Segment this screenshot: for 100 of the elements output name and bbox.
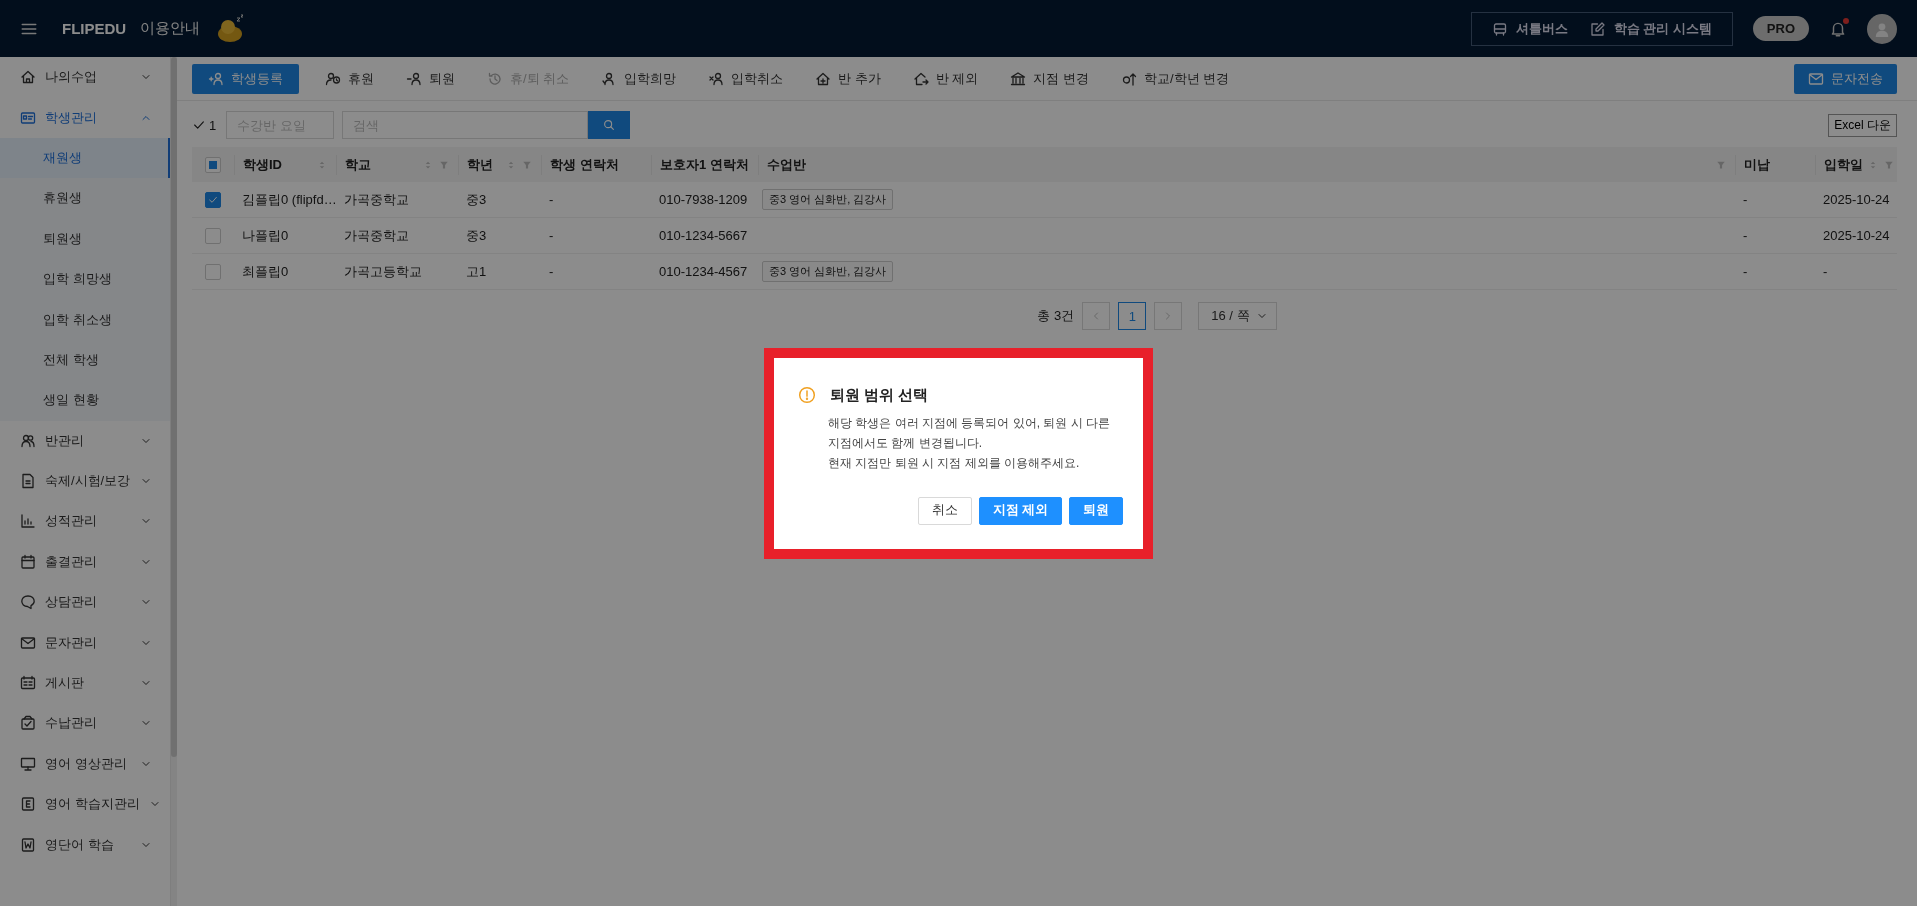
sidebar-subitem[interactable]: 입학 취소생 — [0, 299, 170, 340]
sidebar-item[interactable]: 상담관리 — [0, 582, 170, 623]
letter-e-icon — [20, 796, 36, 813]
column-header: 수업반 — [767, 155, 807, 174]
dialog-message: 지점에서도 함께 변경됩니다. — [828, 434, 983, 452]
sidebar-item[interactable]: 문자관리 — [0, 622, 170, 663]
brand-logo[interactable]: FLIPEDU — [62, 20, 127, 37]
sidebar-item[interactable]: 영어 영상관리 — [0, 743, 170, 785]
remove-user-icon — [406, 70, 422, 87]
table-cell-text: 010-1234-4567 — [658, 264, 749, 279]
search-button[interactable] — [588, 111, 631, 139]
envelope-icon — [1808, 70, 1824, 87]
toolbar-button[interactable]: 입학취소 — [694, 63, 798, 94]
sidebar-item[interactable]: 숙제/시험/보강 — [0, 460, 170, 502]
column-header: 입학일 — [1824, 155, 1863, 174]
monitor-icon — [20, 755, 36, 772]
dialog-button[interactable]: 취소 — [917, 496, 972, 525]
table-cell-text: - — [1742, 192, 1749, 207]
sidebar-item[interactable]: 학생관리 — [0, 97, 170, 138]
user-cancel-icon — [708, 70, 725, 87]
table-cell-text: 2025-10-24 — [1822, 228, 1891, 243]
sidebar-item[interactable]: 영어 학습지관리 — [0, 784, 170, 825]
toolbar-button[interactable]: 퇴원 — [392, 63, 469, 94]
class-tag: 중3 영어 심화반, 김강사 — [762, 189, 894, 210]
dialog-message: 해당 학생은 여러 지점에 등록되어 있어, 퇴원 시 다른 — [828, 414, 1111, 432]
dialog-title: 퇴원 범위 선택 — [830, 385, 929, 405]
sidebar-subitem[interactable]: 전체 학생 — [0, 339, 170, 381]
table-cell-text: - — [1742, 228, 1749, 243]
house-exit-icon — [912, 70, 929, 87]
calendar-icon — [20, 553, 36, 570]
guide-link[interactable]: 이용안내 — [140, 19, 201, 38]
sidebar-item[interactable]: 게시판 — [0, 662, 170, 704]
plan-badge[interactable]: PRO — [1752, 16, 1809, 41]
toolbar-button[interactable]: 지점 변경 — [996, 63, 1104, 94]
class-tag: 중3 영어 심화반, 김강사 — [762, 261, 894, 282]
sidebar-subitem[interactable]: 생일 현황 — [0, 380, 170, 421]
table-cell-text: - — [1822, 264, 1829, 279]
toolbar-button[interactable]: 휴원 — [311, 63, 388, 94]
header-link[interactable]: 학습 관리 시스템 — [1583, 19, 1718, 38]
notification-button[interactable] — [1829, 19, 1847, 38]
people-icon — [20, 432, 36, 449]
toolbar-button[interactable]: 학생등록 — [192, 63, 299, 94]
scrollbar[interactable] — [171, 57, 177, 906]
send-message-button[interactable]: 문자전송 — [1794, 63, 1897, 94]
board-icon — [20, 675, 36, 692]
house-plus-icon — [815, 70, 832, 87]
toolbar-button[interactable]: 반 제외 — [898, 63, 993, 94]
table-cell-text: 2025-10-24 — [1822, 192, 1891, 207]
sidebar-subitem[interactable]: 입학 희망생 — [0, 258, 170, 300]
sidebar-item[interactable]: 반관리 — [0, 420, 170, 461]
checkbox[interactable] — [205, 227, 221, 244]
table-cell-text: 김플립0 (flipfd… — [241, 190, 336, 209]
envelope-icon — [20, 634, 36, 651]
user-clock-icon — [325, 70, 341, 87]
check-icon — [192, 118, 206, 132]
sidebar-item[interactable]: 수납관리 — [0, 703, 170, 744]
page-button[interactable]: 1 — [1118, 302, 1147, 330]
warning-icon — [798, 386, 816, 404]
sidebar-subitem[interactable]: 재원생 — [0, 137, 170, 179]
sidebar-item[interactable]: 영단어 학습 — [0, 824, 170, 865]
header-link[interactable]: 셔틀버스 — [1485, 19, 1574, 38]
table-cell-text: 가곡고등학교 — [343, 262, 423, 281]
sidebar-subitem[interactable]: 휴원생 — [0, 178, 170, 219]
chat-bubble-icon — [20, 594, 36, 611]
excel-download-button[interactable]: Excel 다운 — [1828, 113, 1897, 137]
document-icon — [20, 473, 36, 490]
table-cell-text: 최플립0 — [241, 262, 290, 281]
sidebar-subitem[interactable]: 퇴원생 — [0, 218, 170, 259]
edit-icon — [1589, 20, 1606, 37]
search-icon — [602, 118, 617, 132]
table-cell-text: 고1 — [465, 262, 488, 281]
toolbar-button[interactable]: 입학희망 — [587, 63, 691, 94]
table-cell-text: - — [548, 264, 555, 279]
add-user-icon — [208, 70, 224, 87]
table-cell-text: 중3 — [465, 226, 488, 245]
checkbox[interactable] — [205, 191, 221, 208]
toolbar-button[interactable]: 반 추가 — [801, 63, 895, 94]
table-cell-text: - — [1742, 264, 1749, 279]
checkbox[interactable] — [205, 263, 221, 280]
column-header: 학생 연락처 — [550, 155, 620, 174]
page-size-dropdown[interactable]: 16 / 쪽 — [1198, 302, 1277, 330]
bar-chart-icon — [20, 513, 36, 530]
column-header: 학년 — [467, 155, 494, 174]
table-cell-text: 가곡중학교 — [343, 190, 410, 209]
sidebar-item[interactable]: 성적관리 — [0, 501, 170, 542]
toolbar-button[interactable]: 학교/학년 변경 — [1107, 63, 1244, 94]
table-cell-text: - — [548, 228, 555, 243]
total-count: 총 3건 — [1037, 307, 1075, 325]
sidebar-item[interactable]: 출결관리 — [0, 541, 170, 583]
sidebar-item[interactable]: 나의수업 — [0, 57, 170, 98]
dialog-button[interactable]: 퇴원 — [1069, 496, 1123, 525]
checkbox[interactable] — [205, 156, 221, 173]
bus-icon — [1491, 20, 1508, 37]
bank-icon — [1010, 70, 1027, 87]
column-header: 학생ID — [243, 155, 283, 174]
undo-clock-icon — [487, 70, 503, 87]
column-header: 학교 — [345, 155, 372, 174]
table-cell-text: - — [548, 192, 555, 207]
avatar[interactable] — [1867, 13, 1897, 44]
dialog-button[interactable]: 지점 제외 — [978, 496, 1062, 525]
